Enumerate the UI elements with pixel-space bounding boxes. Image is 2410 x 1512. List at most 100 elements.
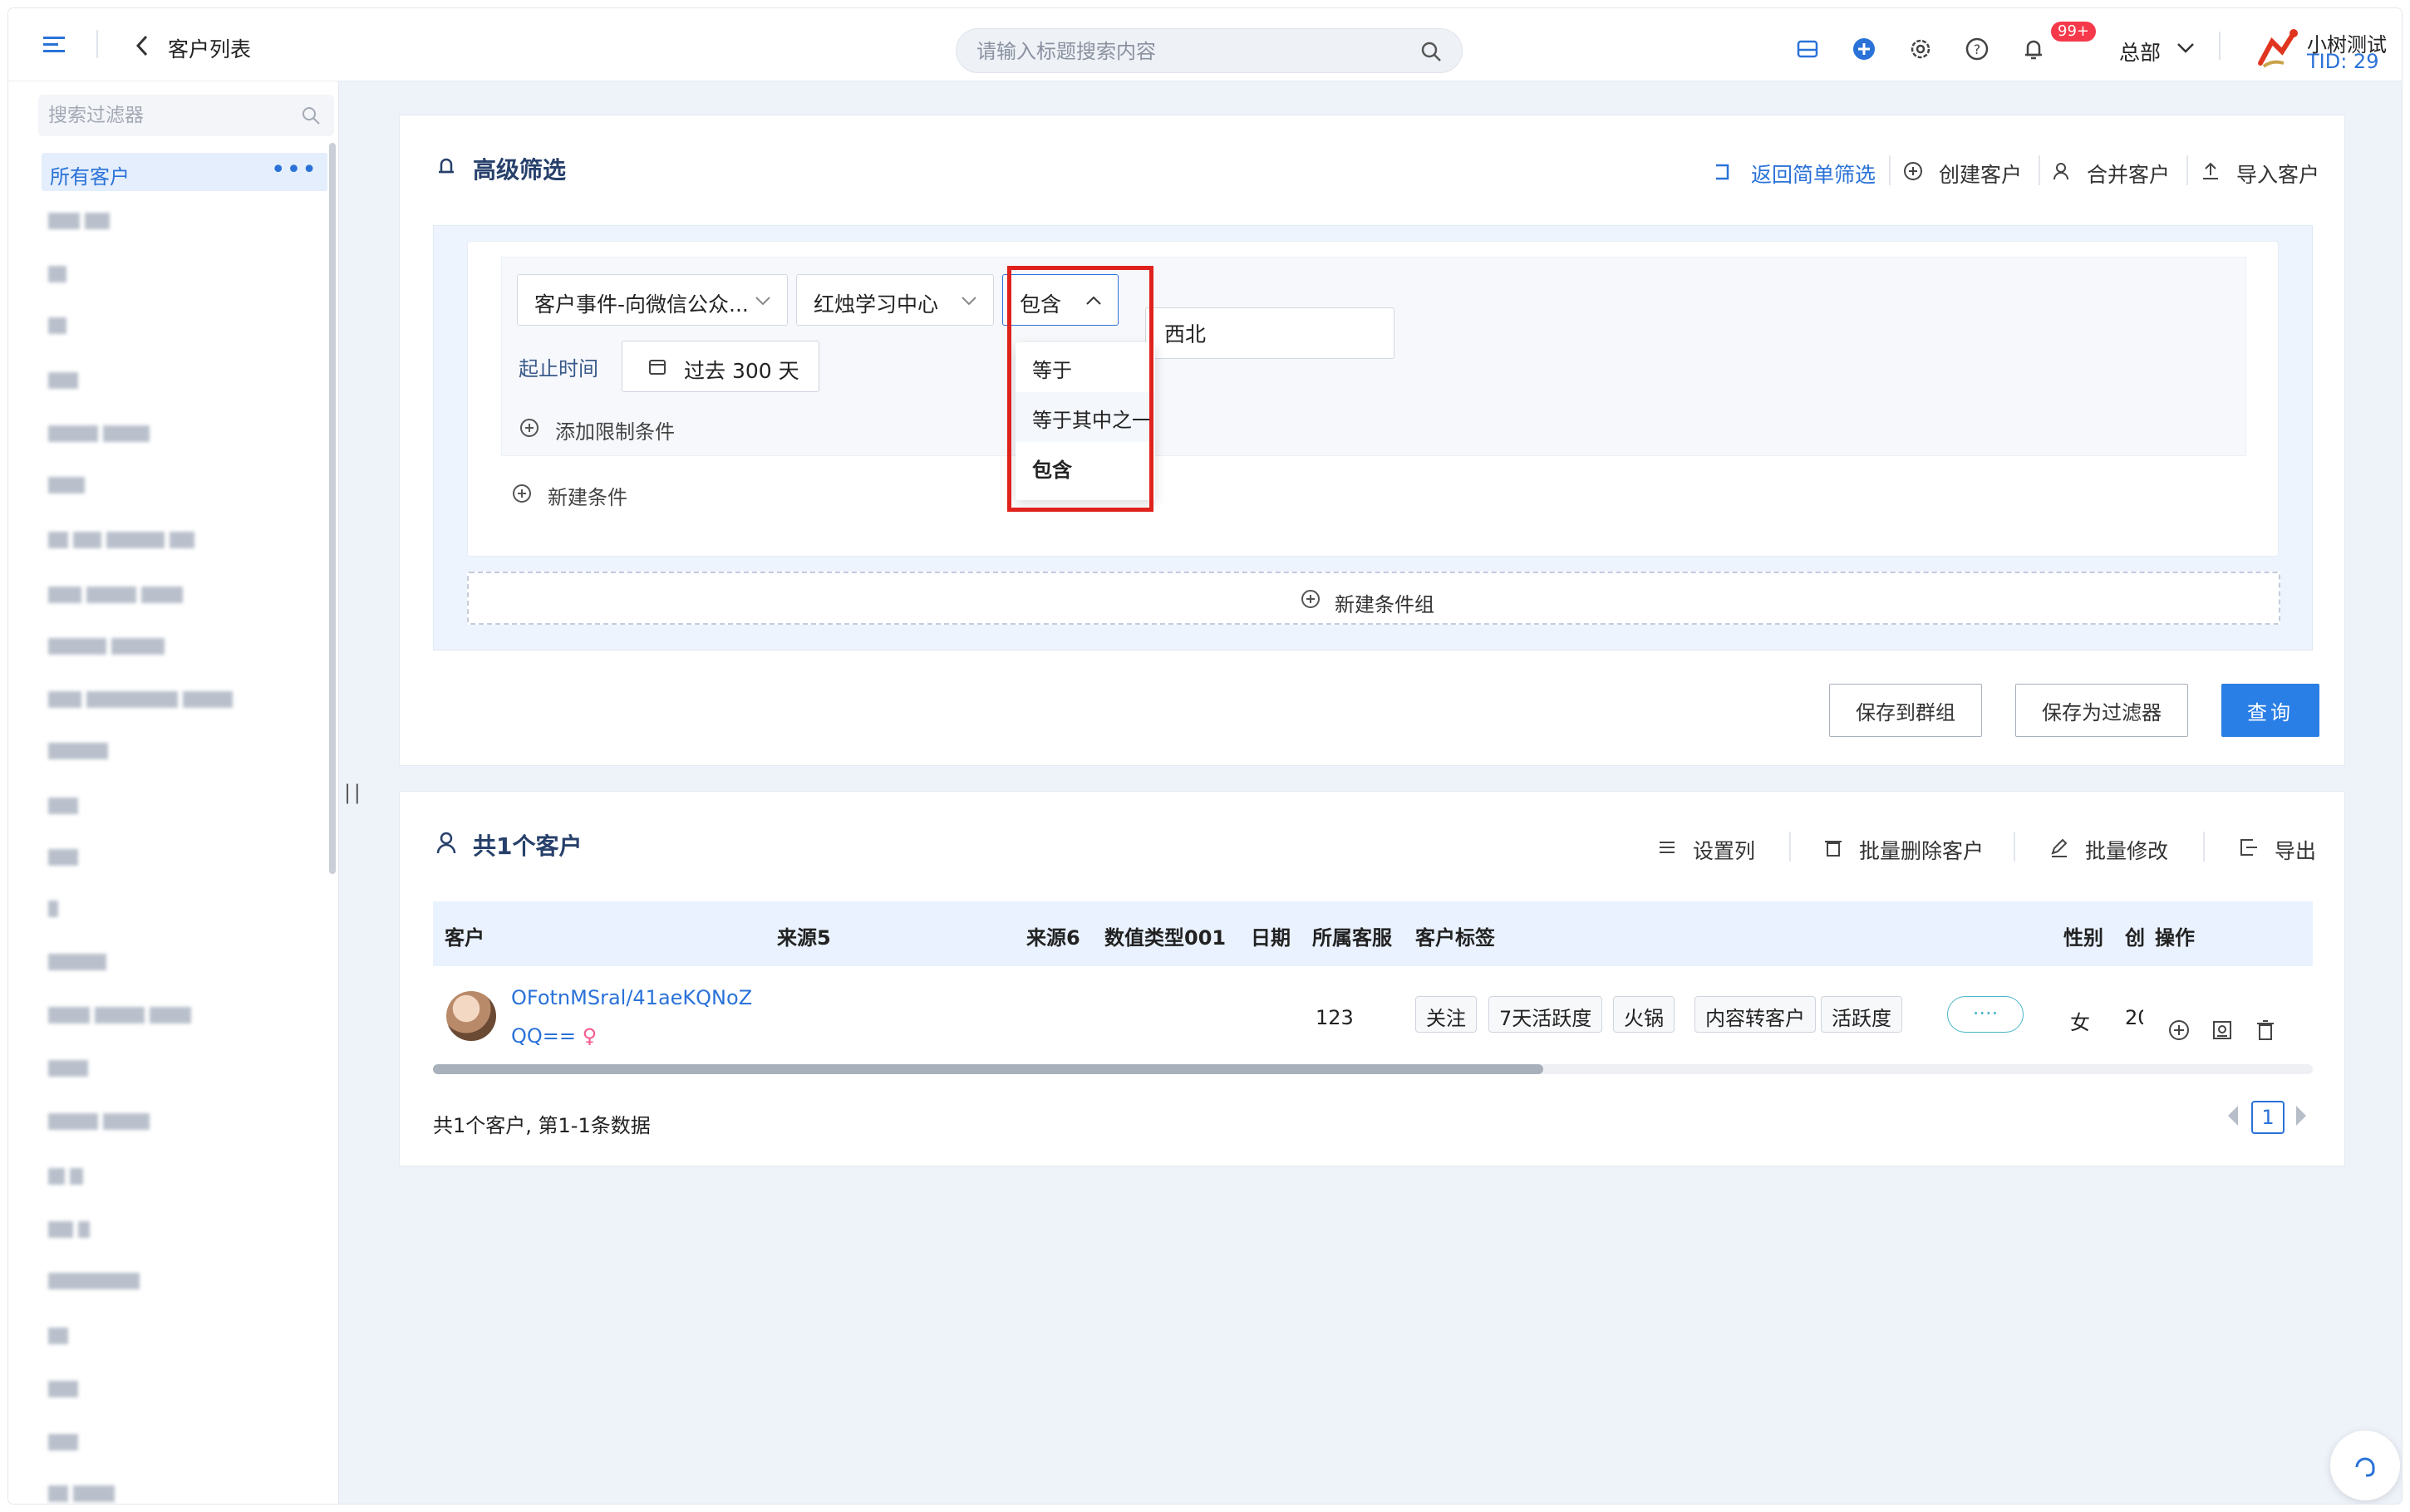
menu-icon[interactable] xyxy=(42,33,68,56)
sidebar-item-redacted[interactable] xyxy=(48,1485,120,1502)
sidebar-item-redacted[interactable] xyxy=(48,1221,95,1238)
divider xyxy=(2039,155,2040,185)
sidebar-item-redacted[interactable] xyxy=(48,1328,73,1344)
sidebar-item-redacted[interactable] xyxy=(48,691,238,708)
filter-search[interactable] xyxy=(38,95,334,136)
sidebar-item-redacted[interactable] xyxy=(48,849,83,866)
sidebar-item-redacted[interactable] xyxy=(48,1434,83,1451)
customer-avatar[interactable] xyxy=(446,991,496,1041)
set-columns-link[interactable]: 设置列 xyxy=(1693,835,1755,865)
column-header[interactable]: 所属客服 xyxy=(1312,921,1392,950)
trash-icon[interactable] xyxy=(2253,1018,2278,1043)
sidebar-item-redacted[interactable] xyxy=(48,532,199,548)
sidebar-item-redacted[interactable] xyxy=(48,317,71,334)
export-icon[interactable] xyxy=(2238,837,2260,858)
sidebar-item-redacted[interactable] xyxy=(48,266,71,282)
sidebar-item-redacted[interactable] xyxy=(48,1007,196,1024)
new-condition-link[interactable]: 新建条件 xyxy=(548,481,627,510)
back-to-simple-filter-link[interactable]: 返回简单筛选 xyxy=(1751,159,1876,189)
plus-circle-icon[interactable] xyxy=(1902,160,1924,182)
customer-tag: 关注 xyxy=(1415,996,1477,1033)
sidebar-item-redacted[interactable] xyxy=(48,477,90,493)
export-link[interactable]: 导出 xyxy=(2275,835,2316,865)
source-select[interactable]: 红烛学习中心 xyxy=(796,274,994,326)
return-icon[interactable] xyxy=(1711,160,1733,182)
import-customer-link[interactable]: 导入客户 xyxy=(2236,159,2319,189)
save-to-group-button[interactable]: 保存到群组 xyxy=(1829,684,1982,737)
bell-icon[interactable] xyxy=(2021,37,2046,61)
sidebar-scrollbar[interactable] xyxy=(329,143,336,874)
sidebar-item-redacted[interactable] xyxy=(48,213,115,229)
trash-icon[interactable] xyxy=(1822,837,1844,858)
new-condition-group-button[interactable]: 新建条件组 xyxy=(467,572,2280,625)
page-number[interactable]: 1 xyxy=(2251,1101,2285,1134)
next-page-icon[interactable] xyxy=(2293,1101,2309,1131)
sidebar-item-redacted[interactable] xyxy=(48,1273,145,1289)
field-select[interactable]: 客户事件-向微信公众... xyxy=(517,274,788,326)
plus-circle-icon[interactable] xyxy=(519,417,540,439)
sidebar-item-redacted[interactable] xyxy=(48,638,170,655)
more-icon[interactable]: ••• xyxy=(271,155,317,184)
gear-icon[interactable] xyxy=(1908,37,1933,61)
customer-name-link[interactable]: OFotnMSral/41aeKQNoZ xyxy=(511,986,752,1009)
table-horizontal-scrollbar[interactable] xyxy=(433,1064,2313,1074)
more-tags-button[interactable]: ···· xyxy=(1947,996,2024,1033)
sidebar-item-redacted[interactable] xyxy=(48,901,63,917)
search-icon[interactable] xyxy=(1420,41,1442,62)
sidebar-item-all-customers[interactable]: 所有客户 ••• xyxy=(42,153,327,191)
user-avatar[interactable] xyxy=(2252,27,2302,71)
column-header[interactable]: 客户标签 xyxy=(1415,921,1495,950)
sidebar-item-redacted[interactable] xyxy=(48,1060,93,1077)
column-header[interactable]: 日期 xyxy=(1251,921,1291,950)
merge-customer-link[interactable]: 合并客户 xyxy=(2087,159,2170,189)
support-button[interactable] xyxy=(2330,1431,2400,1500)
help-icon[interactable]: ? xyxy=(1965,37,1989,61)
filter-search-input[interactable] xyxy=(48,103,281,128)
sidebar-item-redacted[interactable] xyxy=(48,798,83,814)
global-search-input[interactable] xyxy=(976,37,1409,66)
column-header[interactable]: 数值类型001 xyxy=(1104,921,1226,950)
sidebar-item-redacted[interactable] xyxy=(48,1113,155,1130)
edit-icon[interactable] xyxy=(2048,837,2070,858)
search-icon[interactable] xyxy=(301,106,321,125)
sidebar-item-label: 所有客户 xyxy=(50,165,130,189)
add-circle-icon[interactable] xyxy=(1852,37,1876,61)
collapse-handle[interactable]: | | xyxy=(344,781,361,804)
condition-value-input[interactable] xyxy=(1145,307,1394,359)
date-range-picker[interactable]: 过去 300 天 xyxy=(622,341,819,392)
org-label[interactable]: 总部 xyxy=(2119,37,2161,66)
batch-delete-link[interactable]: 批量删除客户 xyxy=(1859,835,1984,865)
sidebar-item-redacted[interactable] xyxy=(48,743,113,759)
users-icon[interactable] xyxy=(2052,160,2073,182)
column-header[interactable]: 来源6 xyxy=(1026,921,1080,950)
create-customer-link[interactable]: 创建客户 xyxy=(1939,159,2022,189)
sidebar-item-redacted[interactable] xyxy=(48,1168,88,1185)
sidebar-item-redacted[interactable] xyxy=(48,954,111,970)
field-select-value: 客户事件-向微信公众... xyxy=(534,292,749,317)
sidebar-item-redacted[interactable] xyxy=(48,372,83,389)
plus-circle-icon[interactable] xyxy=(2167,1018,2191,1043)
column-header[interactable]: 来源5 xyxy=(777,921,831,950)
upload-icon[interactable] xyxy=(2200,160,2221,182)
table-row[interactable]: OFotnMSral/41aeKQNoZ QQ== ♀ 123 关注 7天活跃度… xyxy=(433,968,2313,1064)
divider xyxy=(2014,832,2015,862)
plus-circle-icon[interactable] xyxy=(511,483,533,504)
sidebar-item-redacted[interactable] xyxy=(48,587,188,603)
batch-edit-link[interactable]: 批量修改 xyxy=(2085,835,2168,865)
save-as-filter-button[interactable]: 保存为过滤器 xyxy=(2015,684,2188,737)
prev-page-icon[interactable] xyxy=(2225,1101,2241,1131)
chevron-down-icon[interactable] xyxy=(2176,40,2196,56)
sidebar-item-redacted[interactable] xyxy=(48,1381,83,1397)
query-button[interactable]: 查询 xyxy=(2221,684,2319,737)
inbox-icon[interactable] xyxy=(1795,37,1820,61)
sidebar-item-redacted[interactable] xyxy=(48,425,155,442)
column-header[interactable]: 创 xyxy=(2125,921,2145,950)
back-icon[interactable] xyxy=(133,33,153,58)
add-limit-condition-link[interactable]: 添加限制条件 xyxy=(555,415,675,444)
global-search[interactable] xyxy=(956,28,1463,73)
view-detail-icon[interactable] xyxy=(2210,1018,2235,1043)
column-header[interactable]: 客户 xyxy=(445,921,484,950)
scrollbar-thumb[interactable] xyxy=(433,1064,1543,1074)
column-header[interactable]: 性别 xyxy=(2063,921,2103,950)
list-icon[interactable] xyxy=(1656,837,1678,858)
